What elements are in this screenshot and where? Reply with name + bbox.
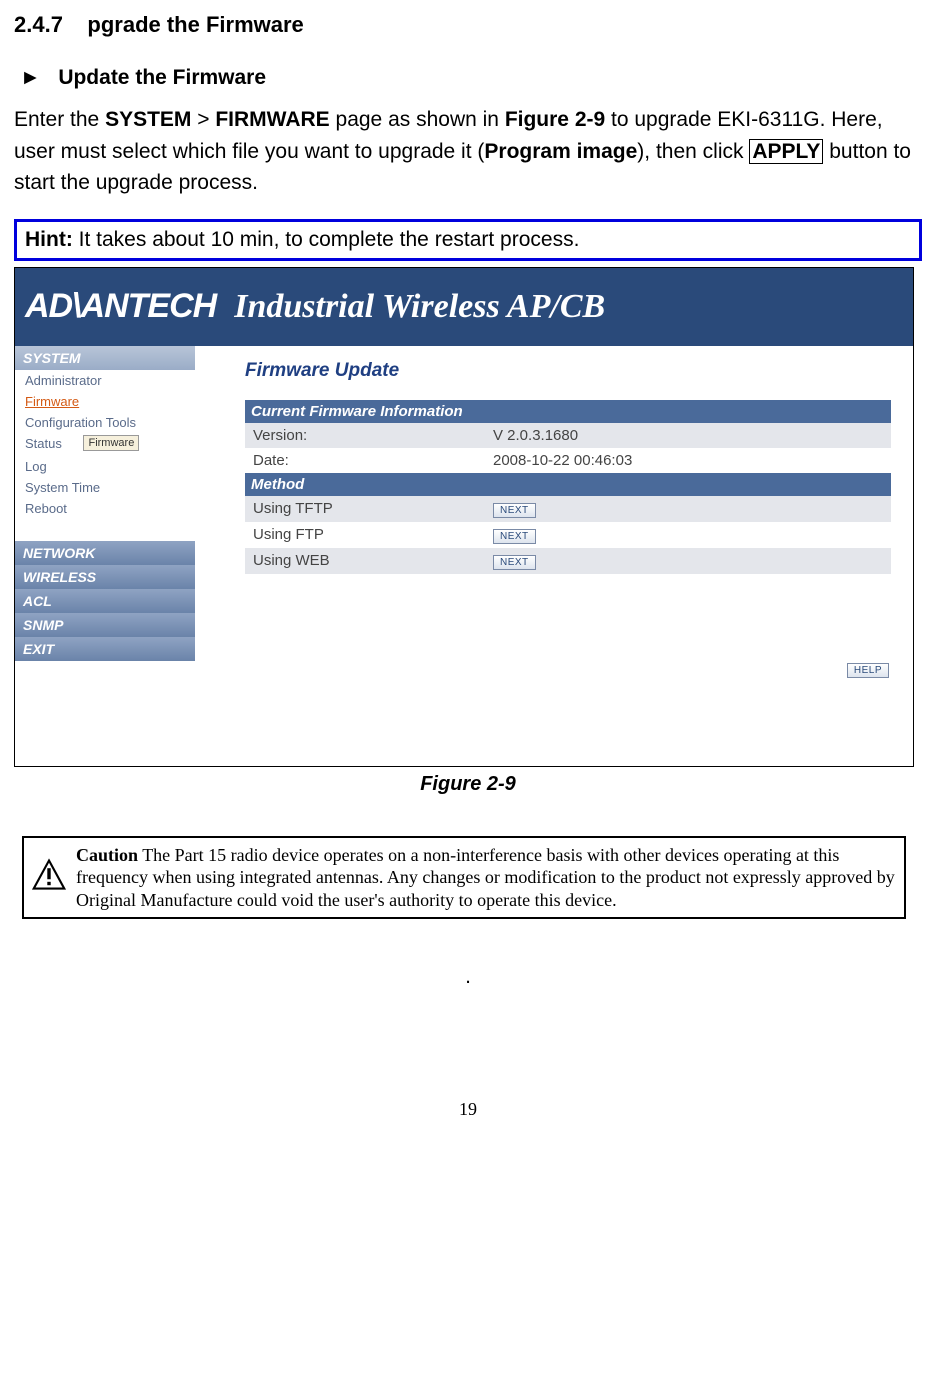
next-button-web[interactable]: NEXT [493, 555, 536, 570]
table-row: Using TFTP NEXT [245, 496, 891, 522]
caution-body: The Part 15 radio device operates on a n… [76, 845, 895, 910]
method-ftp-label: Using FTP [245, 522, 485, 548]
body-paragraph: Enter the SYSTEM > FIRMWARE page as show… [14, 104, 922, 199]
table-row: Date: 2008-10-22 00:46:03 [245, 448, 891, 473]
table-row: Version: V 2.0.3.1680 [245, 423, 891, 448]
banner-text: Industrial Wireless AP/CB [234, 288, 605, 326]
sidebar-item-system-time[interactable]: System Time [15, 477, 195, 498]
subsection-heading: ► Update the Firmware [20, 66, 922, 90]
sidebar: SYSTEM Administrator Firmware Configurat… [15, 346, 195, 766]
logo-text: AD\ANTECH [25, 287, 216, 326]
sidebar-cat-wireless[interactable]: WIRELESS [15, 565, 195, 589]
para-text: > [191, 108, 215, 131]
content-area: Firmware Update Current Firmware Informa… [195, 346, 913, 766]
version-label: Version: [245, 423, 485, 448]
tooltip-firmware: Firmware [83, 435, 139, 451]
section-number: 2.4.7 [14, 12, 63, 37]
date-value: 2008-10-22 00:46:03 [485, 448, 891, 473]
page-number: 19 [14, 1099, 922, 1120]
figure-caption: Figure 2-9 [14, 773, 922, 796]
para-text: Enter the [14, 108, 105, 131]
section-title-text: pgrade the Firmware [87, 12, 303, 37]
sidebar-item-log[interactable]: Log [15, 456, 195, 477]
method-web-label: Using WEB [245, 548, 485, 574]
warning-icon [32, 858, 66, 892]
sidebar-cat-acl[interactable]: ACL [15, 589, 195, 613]
caution-text: Caution The Part 15 radio device operate… [76, 844, 896, 912]
hint-box: Hint: It takes about 10 min, to complete… [14, 219, 922, 261]
subsection-title: Update the Firmware [58, 66, 266, 89]
sidebar-cat-snmp[interactable]: SNMP [15, 613, 195, 637]
caution-label: Caution [76, 845, 138, 865]
table-row: Using FTP NEXT [245, 522, 891, 548]
sidebar-item-reboot[interactable]: Reboot [15, 498, 195, 519]
sidebar-cat-system[interactable]: SYSTEM [15, 346, 195, 370]
section-heading: 2.4.7 pgrade the Firmware [14, 12, 922, 38]
sidebar-cat-network[interactable]: NETWORK [15, 541, 195, 565]
sidebar-item-label: Status [25, 436, 62, 451]
sidebar-item-firmware[interactable]: Firmware [15, 391, 195, 412]
para-text: page as shown in [330, 108, 505, 131]
sidebar-item-status[interactable]: Status Firmware [15, 433, 195, 456]
next-button-ftp[interactable]: NEXT [493, 529, 536, 544]
caution-box: Caution The Part 15 radio device operate… [22, 836, 906, 920]
table-row: Using WEB NEXT [245, 548, 891, 574]
para-bold: FIRMWARE [215, 108, 329, 131]
version-value: V 2.0.3.1680 [485, 423, 891, 448]
date-label: Date: [245, 448, 485, 473]
sidebar-cat-exit[interactable]: EXIT [15, 637, 195, 661]
para-text: ), then click [637, 140, 749, 163]
apply-button-text: APPLY [749, 139, 823, 164]
hint-label: Hint: [25, 228, 73, 251]
help-button[interactable]: HELP [847, 663, 889, 678]
para-bold: Program image [484, 140, 637, 163]
banner: AD\ANTECH Industrial Wireless AP/CB [15, 268, 913, 346]
dot-separator: . [14, 965, 922, 989]
screenshot-figure: AD\ANTECH Industrial Wireless AP/CB SYST… [14, 267, 914, 767]
table-header-method: Method [245, 473, 891, 496]
para-bold: Figure 2-9 [505, 108, 605, 131]
sidebar-item-config-tools[interactable]: Configuration Tools [15, 412, 195, 433]
next-button-tftp[interactable]: NEXT [493, 503, 536, 518]
hint-text: It takes about 10 min, to complete the r… [73, 228, 580, 251]
table-header-firmware-info: Current Firmware Information [245, 400, 891, 423]
content-title: Firmware Update [245, 360, 891, 382]
para-bold: SYSTEM [105, 108, 191, 131]
subsection-marker: ► [20, 66, 41, 89]
sidebar-item-administrator[interactable]: Administrator [15, 370, 195, 391]
method-tftp-label: Using TFTP [245, 496, 485, 522]
